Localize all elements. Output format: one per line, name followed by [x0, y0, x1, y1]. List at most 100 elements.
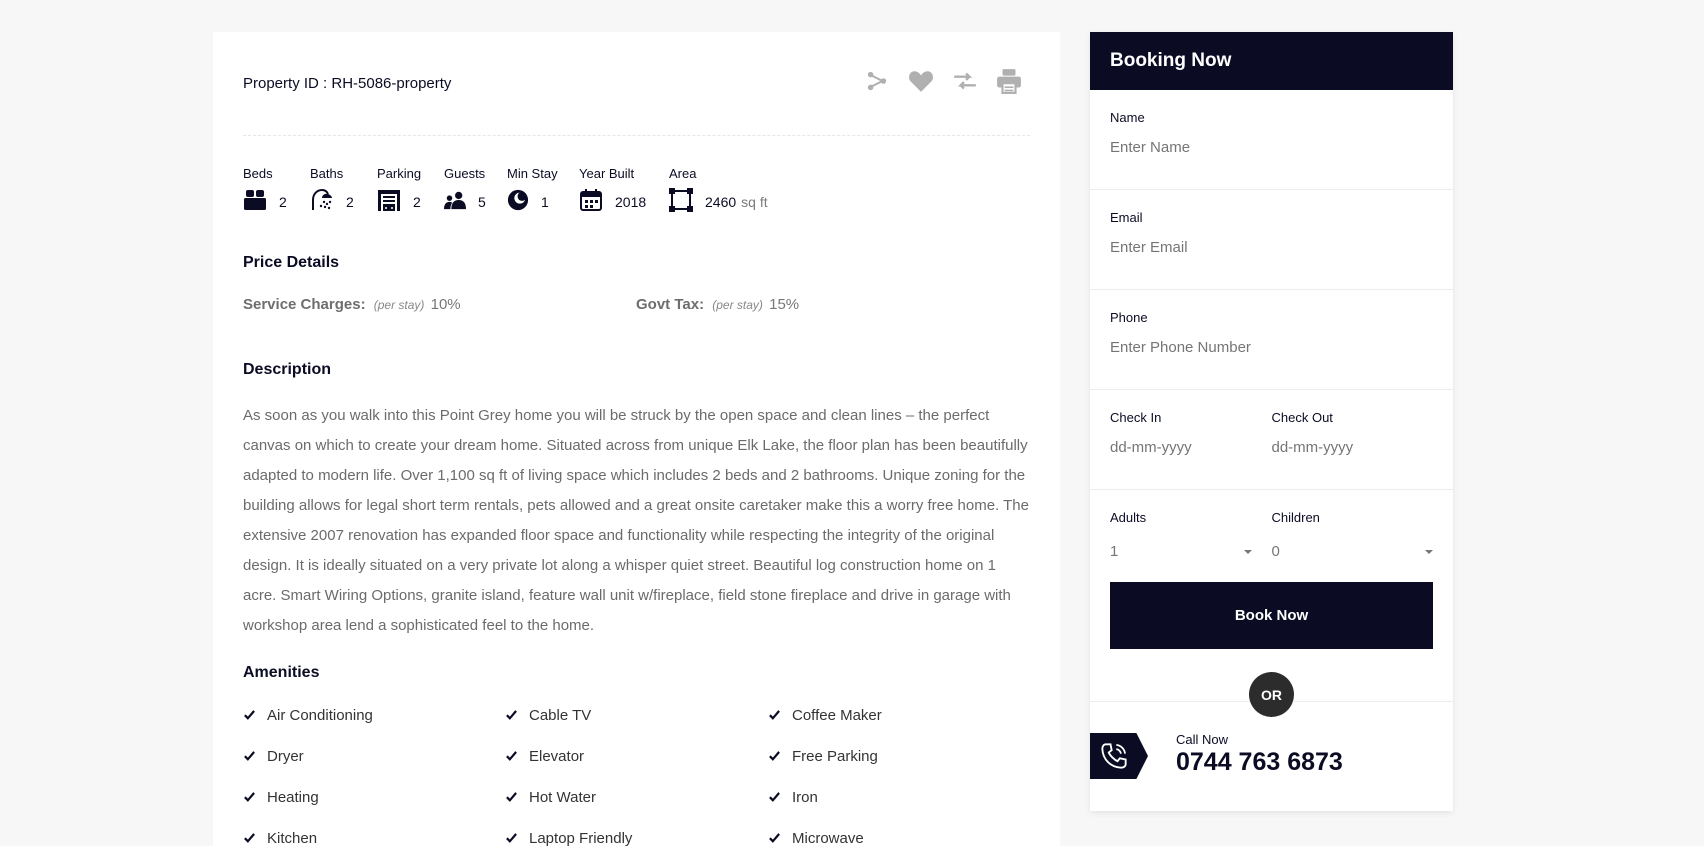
feature-label: Guests [444, 166, 486, 181]
property-features: Beds 2 Baths 2 Parking 2 Guests 5 Min St… [243, 166, 789, 215]
check-icon [505, 791, 518, 804]
check-icon [243, 709, 256, 722]
amenity-item: Heating [243, 786, 505, 808]
phone-input[interactable] [1110, 339, 1433, 356]
service-note: (per stay) [373, 298, 425, 312]
print-icon[interactable] [996, 68, 1022, 94]
amenity-item: Air Conditioning [243, 704, 505, 726]
compare-icon[interactable] [952, 68, 978, 94]
or-separator: OR [1090, 649, 1453, 717]
tax-value: 15% [769, 296, 800, 313]
amenity-label: Cable TV [529, 706, 592, 724]
amenity-label: Air Conditioning [267, 706, 373, 724]
email-input[interactable] [1110, 239, 1433, 256]
calendar-icon [579, 188, 603, 217]
check-icon [505, 709, 518, 722]
check-icon [243, 750, 256, 763]
check-icon [768, 750, 781, 763]
feature-label: Baths [310, 166, 344, 181]
amenity-item: Laptop Friendly [505, 827, 768, 846]
feature-year-built: Year Built 2018 [579, 166, 669, 215]
phone-field-group: Phone [1090, 290, 1453, 390]
feature-value: 2 [413, 194, 421, 210]
amenity-label: Hot Water [529, 788, 596, 806]
check-out-label: Check Out [1271, 410, 1333, 425]
check-in-label: Check In [1110, 410, 1162, 425]
amenity-label: Elevator [529, 747, 585, 765]
amenity-label: Free Parking [792, 747, 878, 765]
price-details: Service Charges: (per stay) 10% Govt Tax… [243, 296, 843, 316]
check-out-input[interactable] [1271, 439, 1433, 456]
check-icon [243, 791, 256, 804]
garage-icon [377, 188, 401, 217]
dates-field-group: Check In Check Out [1090, 390, 1453, 490]
shower-icon [310, 188, 334, 217]
children-label: Children [1271, 510, 1320, 525]
check-icon [768, 832, 781, 845]
call-number[interactable]: 0744 763 6873 [1176, 748, 1343, 777]
check-icon [768, 709, 781, 722]
feature-label: Parking [377, 166, 422, 181]
feature-value: 1 [541, 194, 549, 210]
amenity-label: Dryer [267, 747, 304, 765]
children-value: 0 [1271, 543, 1280, 560]
amenity-label: Microwave [792, 829, 864, 846]
email-label: Email [1110, 210, 1143, 225]
property-details-card: Property ID : RH-5086-property Beds 2 Ba… [213, 32, 1060, 846]
bed-icon [243, 188, 267, 217]
check-icon [505, 750, 518, 763]
name-input[interactable] [1110, 139, 1433, 156]
amenity-item: Elevator [505, 745, 768, 767]
moon-icon [507, 189, 529, 216]
amenity-label: Kitchen [267, 829, 318, 846]
service-label: Service Charges: [243, 296, 366, 313]
service-value: 10% [430, 296, 461, 313]
phone-label: Phone [1110, 310, 1148, 325]
feature-value: 2 [346, 194, 354, 210]
share-icon[interactable] [864, 68, 890, 94]
amenity-item: Kitchen [243, 827, 505, 846]
heart-icon[interactable] [908, 68, 934, 94]
feature-value: 2018 [615, 194, 647, 210]
amenity-item: Free Parking [768, 745, 1030, 767]
name-field-group: Name [1090, 90, 1453, 190]
amenity-label: Laptop Friendly [529, 829, 633, 846]
children-select[interactable]: 0 [1271, 543, 1433, 560]
guests-icon [444, 189, 466, 216]
amenity-label: Iron [792, 788, 818, 806]
phone-icon [1090, 733, 1148, 779]
tax-note: (per stay) [712, 298, 763, 312]
feature-label: Year Built [579, 166, 635, 181]
feature-value: 2 [279, 194, 287, 210]
check-icon [768, 791, 781, 804]
feature-beds: Beds 2 [243, 166, 310, 215]
feature-min-stay: Min Stay 1 [507, 166, 579, 215]
booking-widget: Booking Now Name Email Phone Check In Ch… [1090, 32, 1453, 811]
adults-select[interactable]: 1 [1110, 543, 1252, 560]
feature-label: Beds [243, 166, 273, 181]
feature-baths: Baths 2 [310, 166, 377, 215]
feature-area: Area 2460 sq ft [669, 166, 789, 215]
booking-title: Booking Now [1090, 32, 1453, 90]
amenity-label: Heating [267, 788, 319, 806]
check-in-input[interactable] [1110, 439, 1252, 456]
feature-value: 5 [478, 194, 486, 210]
feature-value: 2460 [705, 194, 737, 210]
adults-label: Adults [1110, 510, 1147, 525]
amenity-item: Coffee Maker [768, 704, 1030, 726]
description-title: Description [243, 361, 332, 378]
govt-tax: Govt Tax: (per stay) 15% [636, 296, 799, 313]
check-icon [505, 832, 518, 845]
property-id: Property ID : RH-5086-property [243, 75, 452, 92]
amenity-item: Hot Water [505, 786, 768, 808]
feature-parking: Parking 2 [377, 166, 444, 215]
book-now-button[interactable]: Book Now [1110, 582, 1433, 649]
amenity-item: Iron [768, 786, 1030, 808]
price-details-title: Price Details [243, 254, 340, 271]
name-label: Name [1110, 110, 1145, 125]
check-icon [243, 832, 256, 845]
area-icon [669, 187, 693, 217]
feature-guests: Guests 5 [444, 166, 507, 215]
chevron-down-icon [1425, 549, 1433, 554]
amenity-item: Microwave [768, 827, 1030, 846]
